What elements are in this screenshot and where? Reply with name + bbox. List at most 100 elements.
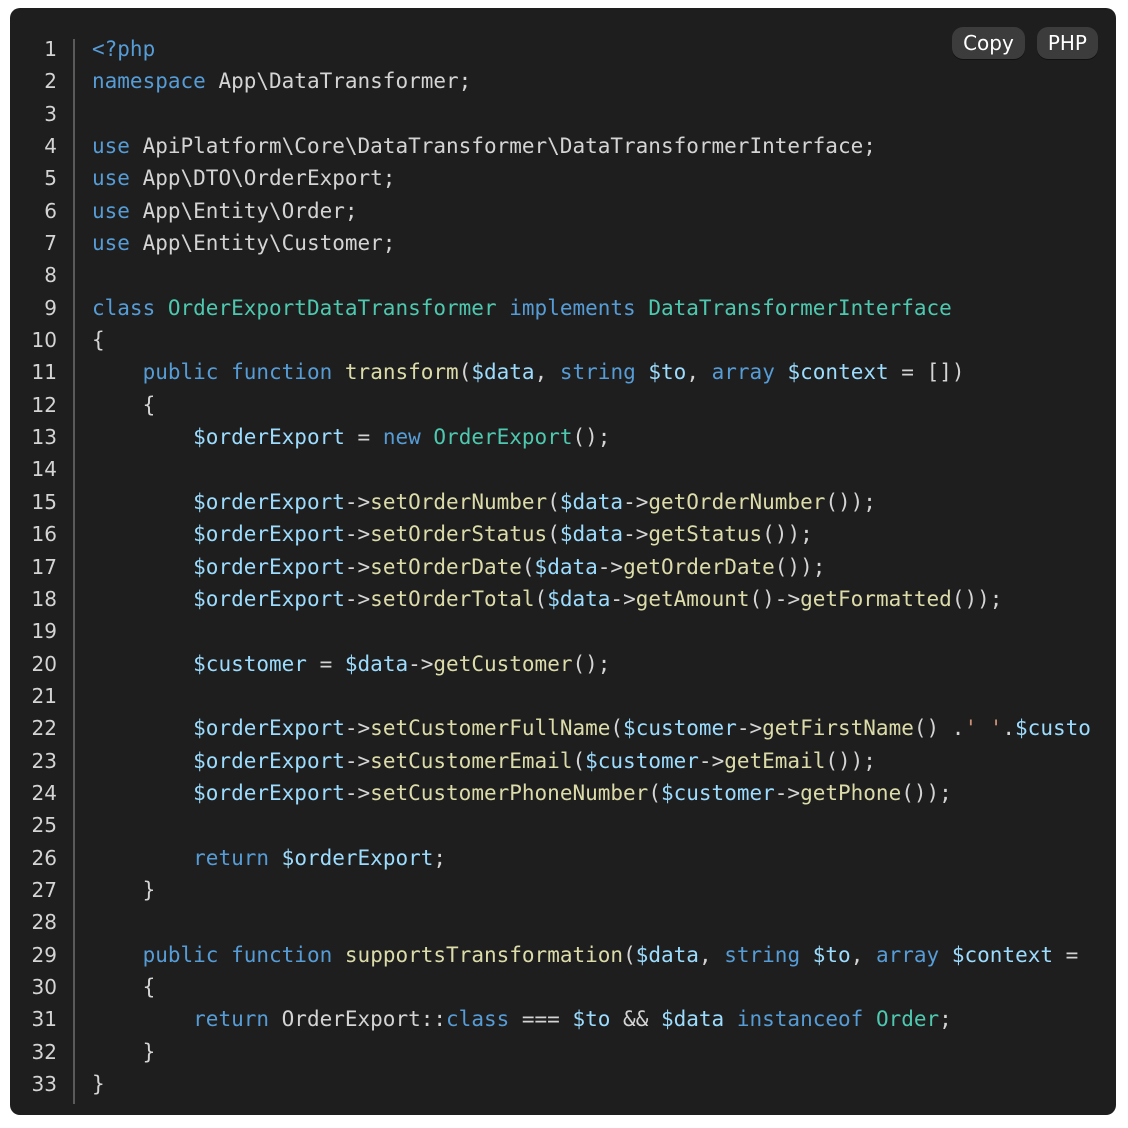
- line-number: 6: [44, 198, 57, 223]
- code-token: $customer: [660, 780, 775, 805]
- code-line: use App\DTO\OrderExport;: [92, 162, 1116, 194]
- line-number: 23: [31, 748, 57, 773]
- line-number: 18: [31, 586, 57, 611]
- line-number: 19: [31, 619, 57, 644]
- code-token: ->: [408, 651, 434, 676]
- code-token: $orderExport: [193, 716, 345, 741]
- code-line: $orderExport->setCustomerPhoneNumber($cu…: [92, 777, 1116, 809]
- code-token: ->: [344, 489, 371, 514]
- copy-button[interactable]: Copy: [952, 27, 1025, 59]
- code-token: use: [92, 134, 130, 159]
- code-token: .: [1002, 716, 1016, 741]
- code-token: (: [572, 748, 586, 773]
- code-token: ->: [344, 780, 371, 805]
- code-token: ());: [825, 748, 876, 773]
- code-token: ===: [509, 1007, 573, 1032]
- line-number: 13: [31, 425, 57, 450]
- code-token: App\DataTransformer;: [205, 69, 472, 94]
- code-token: ());: [762, 522, 813, 547]
- code-token: return: [193, 1007, 270, 1032]
- code-line: use ApiPlatform\Core\DataTransformer\Dat…: [92, 130, 1116, 162]
- code-token: $orderExport: [193, 554, 345, 579]
- code-token: $customer: [193, 651, 307, 676]
- code-token: function: [231, 942, 333, 967]
- code-token: $to: [812, 942, 851, 967]
- code-token: setCustomerFullName: [370, 716, 611, 741]
- code-token: $data: [559, 489, 624, 514]
- code-token: $orderExport: [193, 425, 345, 450]
- code-token: ->: [736, 716, 763, 741]
- line-number: 15: [31, 489, 57, 514]
- code-token: ->: [344, 716, 371, 741]
- language-badge[interactable]: PHP: [1036, 27, 1098, 59]
- code-token: string: [724, 942, 801, 967]
- line-number: 7: [44, 231, 57, 256]
- code-token: $orderExport: [193, 522, 345, 547]
- code-token: use: [92, 166, 130, 191]
- code-token: $custo: [1015, 716, 1091, 741]
- code-token: }: [92, 1039, 156, 1064]
- code-token: (: [521, 554, 535, 579]
- code-token: public: [142, 360, 219, 385]
- code-token: $data: [471, 360, 535, 385]
- code-token: $context: [951, 942, 1054, 967]
- line-number-gutter: 1 2 3 4 5 6 7 8 9 10 11 12 13 14 15 16 17 18 19 20 21 22 23 24 2…: [10, 8, 73, 1115]
- code-token: $orderExport: [193, 586, 345, 611]
- code-token: OrderExport::: [269, 1007, 447, 1032]
- line-number: 16: [31, 522, 57, 547]
- line-number: 29: [31, 942, 57, 967]
- line-number: 26: [31, 845, 57, 870]
- code-token: (: [547, 489, 560, 514]
- code-token: ->: [597, 554, 624, 579]
- code-token: $data: [534, 554, 598, 579]
- code-token: ->: [344, 586, 371, 611]
- gutter-divider: [73, 39, 75, 1104]
- code-token: return: [193, 845, 270, 870]
- code-line: ​: [92, 453, 1116, 485]
- code-line: ​: [92, 809, 1116, 841]
- code-token: getPhone: [800, 780, 902, 805]
- code-line: }: [92, 1068, 1116, 1100]
- code-line: class OrderExportDataTransformer impleme…: [92, 292, 1116, 324]
- code-token: }: [92, 1072, 105, 1096]
- code-line: $customer = $data->getCustomer();: [92, 648, 1116, 680]
- code-token: $data: [635, 942, 699, 967]
- code-token: ());: [774, 554, 826, 579]
- code-token: array: [875, 942, 940, 967]
- code-token: }: [92, 877, 156, 902]
- code-token: ,: [850, 942, 876, 967]
- code-token: $orderExport: [193, 489, 345, 514]
- code-token: <?php: [92, 37, 156, 61]
- code-token: (: [547, 522, 560, 547]
- line-number: 11: [31, 360, 57, 385]
- code-token: instanceof: [736, 1007, 864, 1032]
- line-number: 33: [31, 1072, 57, 1096]
- code-token: $orderExport: [193, 748, 345, 773]
- code-line: $orderExport->setOrderTotal($data->getAm…: [92, 583, 1116, 615]
- code-line: $orderExport->setCustomerEmail($customer…: [92, 745, 1116, 777]
- code-token: $customer: [585, 748, 699, 773]
- code-token: ' ': [964, 716, 1003, 741]
- code-token: (: [458, 360, 472, 385]
- line-number: 2: [44, 69, 57, 94]
- code-token: setOrderNumber: [370, 489, 548, 514]
- code-token: App\Entity\Customer;: [129, 231, 396, 256]
- code-token: $data: [660, 1007, 725, 1032]
- code-token: getAmount: [635, 586, 750, 611]
- line-number: 1: [44, 37, 57, 61]
- code-token: (: [648, 780, 661, 805]
- code-token: ,: [698, 942, 725, 967]
- line-number: 21: [31, 683, 57, 708]
